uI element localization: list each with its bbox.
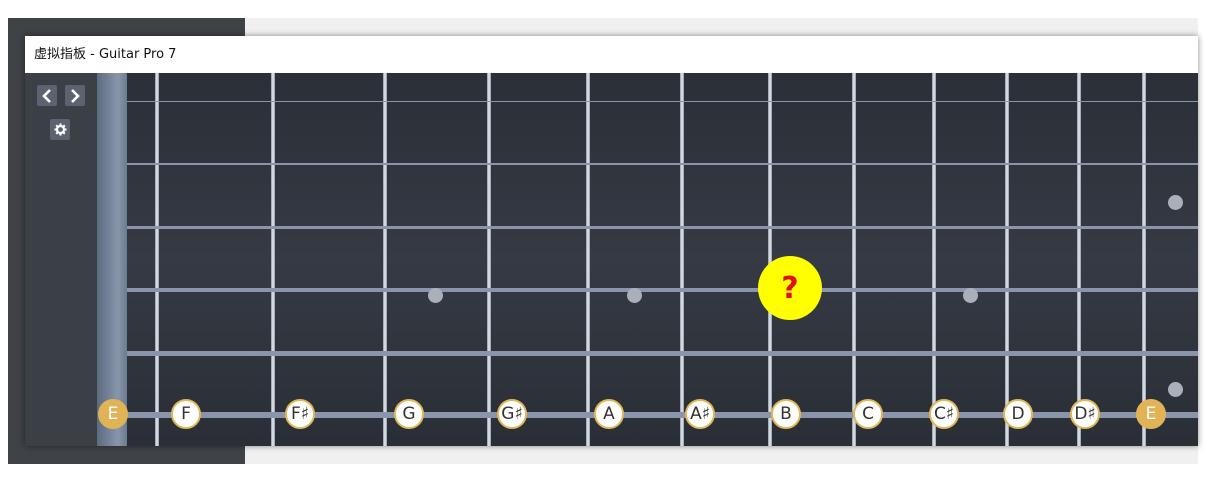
fret-wire [1142, 73, 1146, 446]
question-marker[interactable]: ? [758, 256, 822, 320]
fret-wire [155, 73, 159, 446]
side-toolbar [25, 73, 97, 446]
fretboard-nut [97, 73, 127, 446]
fret-inlay-dot [428, 288, 443, 303]
fret-wire [768, 73, 772, 446]
guitar-string [127, 288, 1198, 292]
note-marker[interactable]: C [853, 399, 883, 429]
background-strip-top [245, 18, 1198, 36]
guitar-string [127, 163, 1198, 165]
fret-wire [852, 73, 856, 446]
note-marker[interactable]: E [1136, 399, 1166, 429]
settings-button[interactable] [50, 119, 70, 140]
fret-inlay-dot [1168, 195, 1183, 210]
note-marker[interactable]: E [98, 399, 128, 429]
fret-wire [932, 73, 936, 446]
note-marker[interactable]: A [594, 399, 624, 429]
note-marker[interactable]: B [771, 399, 801, 429]
chevron-right-icon [71, 88, 80, 103]
note-marker[interactable]: G♯ [497, 399, 527, 429]
virtual-fretboard-window: 虚拟指板 - Guitar Pro 7 [25, 36, 1198, 446]
note-marker[interactable]: D♯ [1070, 399, 1100, 429]
next-button[interactable] [65, 85, 85, 106]
guitar-string [127, 101, 1198, 102]
guitar-string [127, 226, 1198, 229]
note-marker[interactable]: F [171, 399, 201, 429]
guitar-string [127, 351, 1198, 356]
fret-wire [1077, 73, 1081, 446]
note-marker[interactable]: C♯ [929, 399, 959, 429]
fret-wire [680, 73, 684, 446]
note-marker[interactable]: D [1003, 399, 1033, 429]
fret-wire [271, 73, 275, 446]
fret-wire [383, 73, 387, 446]
gear-icon [53, 123, 67, 136]
note-marker[interactable]: G [394, 399, 424, 429]
window-title: 虚拟指板 - Guitar Pro 7 [25, 36, 1198, 73]
fret-inlay-dot [1168, 382, 1183, 397]
background-strip-bottom [245, 446, 1198, 464]
fret-wire [1005, 73, 1009, 446]
fret-wire [586, 73, 590, 446]
fretboard[interactable] [127, 73, 1198, 446]
note-marker[interactable]: A♯ [685, 399, 715, 429]
prev-button[interactable] [37, 85, 57, 106]
fret-inlay-dot [627, 288, 642, 303]
note-marker[interactable]: F♯ [285, 399, 315, 429]
fret-wire [487, 73, 491, 446]
chevron-left-icon [42, 88, 51, 103]
fret-inlay-dot [963, 288, 978, 303]
